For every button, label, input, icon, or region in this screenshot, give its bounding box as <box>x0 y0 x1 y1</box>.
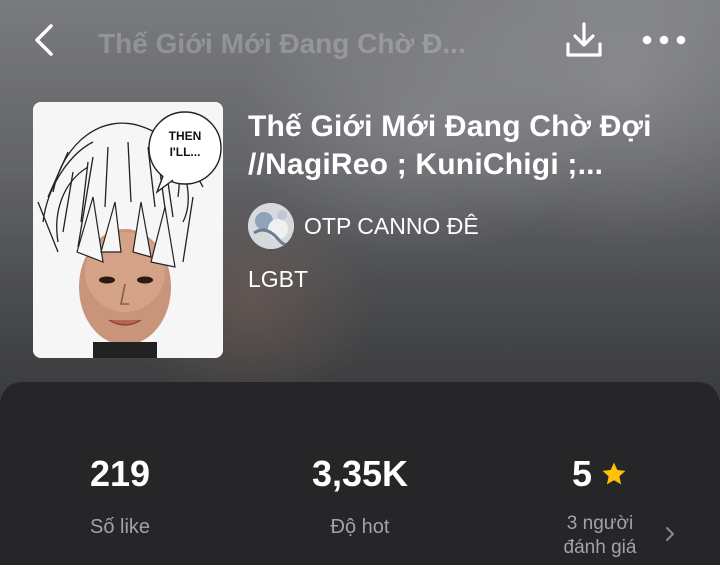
likes-label: Số like <box>89 516 151 538</box>
likes-count: 219 <box>89 453 151 494</box>
likes-stat: 219 Số like <box>20 452 220 539</box>
author-name: OTP CANNO ĐÊ <box>304 212 479 239</box>
author-avatar <box>248 203 294 249</box>
hot-label: Độ hot <box>330 516 390 538</box>
chevron-left-icon <box>35 24 53 56</box>
header-title: Thế Giới Mới Đang Chờ Đ... <box>98 28 466 59</box>
hot-count: 3,35K <box>311 453 409 494</box>
rating-value-row: 5 <box>500 452 700 496</box>
story-title: Thế Giới Mới Đang Chờ Đợi //NagiReo ; Ku… <box>248 110 652 181</box>
chevron-right-icon[interactable] <box>662 524 678 544</box>
more-options-button[interactable] <box>636 18 692 62</box>
hot-stat: 3,35K Độ hot <box>260 452 460 539</box>
top-bar: Thế Giới Mới Đang Chờ Đ... <box>0 0 720 84</box>
cover-bubble-text-2: I'LL... <box>170 145 201 159</box>
back-button[interactable] <box>22 18 66 62</box>
genre-tag[interactable]: LGBT <box>248 266 308 293</box>
more-horizontal-icon <box>642 35 686 45</box>
story-cover-image[interactable]: THEN I'LL... <box>33 102 223 358</box>
star-icon <box>600 460 628 488</box>
download-button[interactable] <box>560 16 608 64</box>
cover-bubble-text: THEN <box>169 129 202 143</box>
cover-artwork: THEN I'LL... <box>33 102 223 358</box>
author-link[interactable]: OTP CANNO ĐÊ <box>248 202 479 250</box>
rating-value: 5 <box>571 453 593 494</box>
stats-panel: 219 Số like 3,35K Độ hot 5 3 người đánh … <box>0 382 720 565</box>
download-icon <box>566 22 602 57</box>
